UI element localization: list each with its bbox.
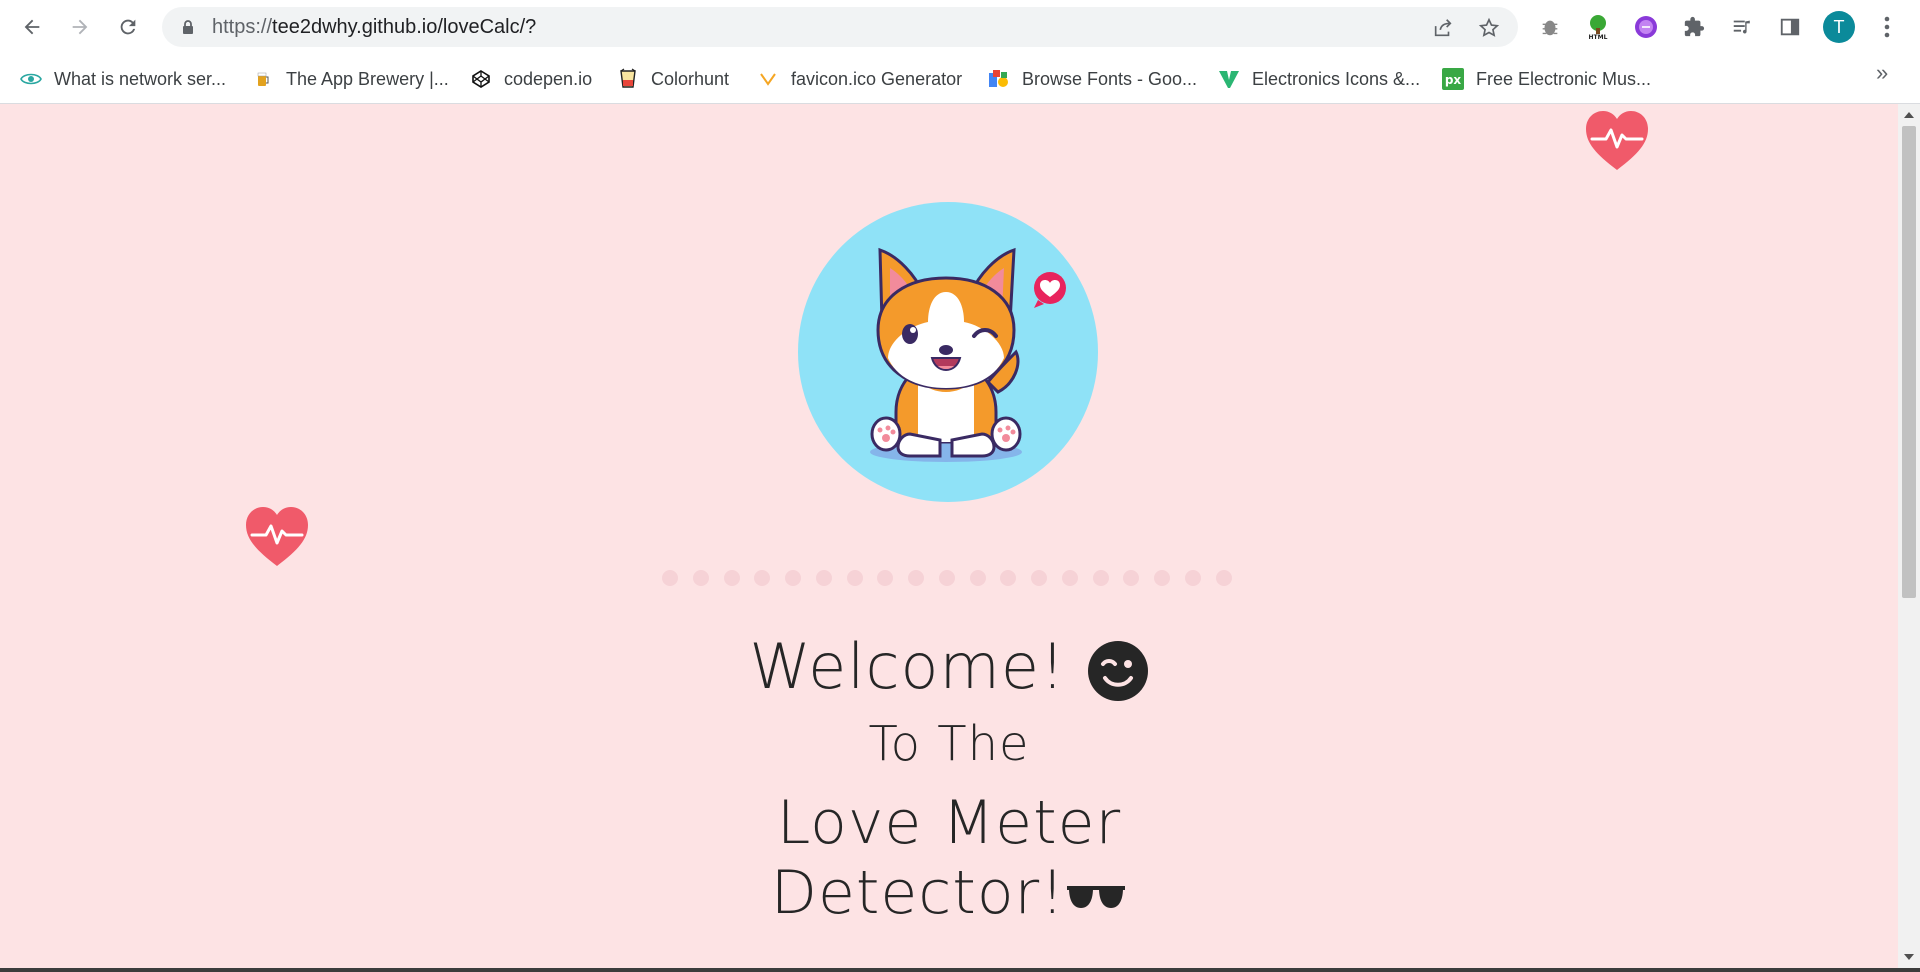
detector-heading: Detector!	[0, 858, 1898, 928]
heartbeat-heart-icon	[1586, 111, 1648, 170]
google-fonts-icon	[988, 68, 1010, 90]
page-scrollbar[interactable]	[1898, 104, 1920, 968]
bookmark-star-button[interactable]	[1476, 15, 1502, 41]
vecteezy-icon	[1218, 68, 1240, 90]
dot	[1093, 570, 1109, 586]
svg-text:HTML: HTML	[1589, 34, 1608, 40]
dot	[816, 570, 832, 586]
star-icon	[1478, 17, 1500, 37]
favicon-icon	[757, 68, 779, 90]
corgi-avatar	[798, 202, 1098, 502]
dot	[693, 570, 709, 586]
dot	[1185, 570, 1201, 586]
page-content: Welcome! To The Love Meter Detector!	[0, 104, 1898, 968]
welcome-heading: Welcome!	[0, 630, 1898, 703]
extension-purple[interactable]	[1631, 12, 1661, 42]
scroll-down-arrow-icon[interactable]	[1904, 954, 1914, 960]
window-bottom-edge	[0, 968, 1920, 972]
bookmark-item-6[interactable]: Electronics Icons &...	[1218, 65, 1420, 93]
svg-text:px: px	[1445, 73, 1462, 87]
extension-html-tree[interactable]: HTML	[1583, 12, 1613, 42]
back-arrow-icon	[24, 19, 40, 35]
dot	[1031, 570, 1047, 586]
bookmark-item-0[interactable]: What is network ser...	[20, 65, 226, 93]
bookmarks-overflow-button[interactable]: »	[1876, 60, 1888, 86]
bookmarks-bar: What is network ser... The App Brewery |…	[0, 54, 1920, 104]
forward-arrow-icon	[72, 19, 88, 35]
url-text: https://tee2dwhy.github.io/loveCalc/?	[212, 16, 537, 38]
reload-icon	[120, 19, 136, 35]
dot	[1000, 570, 1016, 586]
bookmark-item-3[interactable]: Colorhunt	[617, 65, 729, 93]
back-button[interactable]	[16, 11, 48, 43]
dot	[877, 570, 893, 586]
address-bar[interactable]: https://tee2dwhy.github.io/loveCalc/?	[162, 7, 1518, 47]
extension-bug[interactable]	[1535, 12, 1565, 42]
purple-face-icon	[1635, 16, 1657, 38]
colorhunt-icon	[617, 68, 639, 90]
sunglasses-icon	[1067, 885, 1126, 908]
bookmark-item-2[interactable]: codepen.io	[470, 65, 592, 93]
bookmark-item-1[interactable]: The App Brewery |...	[252, 65, 449, 93]
dot	[724, 570, 740, 586]
side-panel-icon	[1780, 18, 1800, 36]
browser-toolbar: https://tee2dwhy.github.io/loveCalc/? HT…	[0, 0, 1920, 54]
share-button[interactable]	[1430, 15, 1456, 41]
codepen-icon	[470, 68, 492, 90]
puzzle-icon	[1684, 16, 1705, 37]
html-tree-icon: HTML	[1587, 15, 1609, 40]
dot	[785, 570, 801, 586]
reload-button[interactable]	[112, 11, 144, 43]
side-panel-button[interactable]	[1775, 12, 1805, 42]
kebab-menu-icon	[1884, 16, 1890, 38]
media-button[interactable]	[1727, 12, 1757, 42]
bookmark-item-5[interactable]: Browse Fonts - Goo...	[988, 65, 1197, 93]
dot	[1216, 570, 1232, 586]
scroll-up-arrow-icon[interactable]	[1904, 112, 1914, 118]
scroll-thumb[interactable]	[1902, 126, 1916, 598]
beer-icon	[252, 68, 274, 90]
media-queue-icon	[1733, 20, 1750, 34]
browser-menu-button[interactable]	[1872, 12, 1902, 42]
bookmark-item-7[interactable]: px Free Electronic Mus...	[1442, 65, 1651, 93]
bookmark-item-4[interactable]: favicon.ico Generator	[757, 65, 962, 93]
forward-button[interactable]	[64, 11, 96, 43]
lock-icon	[183, 20, 193, 34]
winking-face-icon	[1087, 641, 1148, 701]
dot	[939, 570, 955, 586]
corgi-icon	[870, 247, 1066, 462]
decorative-dots	[660, 570, 1240, 588]
share-icon	[1434, 19, 1452, 37]
px-icon: px	[1442, 68, 1464, 90]
extensions-button[interactable]	[1679, 12, 1709, 42]
dot	[847, 570, 863, 586]
heartbeat-heart-icon	[246, 507, 308, 566]
to-the-heading: To The	[868, 716, 1030, 772]
dot	[1062, 570, 1078, 586]
eye-icon	[20, 68, 42, 90]
dot	[908, 570, 924, 586]
profile-avatar[interactable]: T	[1823, 11, 1855, 43]
dot	[662, 570, 678, 586]
love-meter-heading: Love Meter	[776, 788, 1122, 858]
dot	[1154, 570, 1170, 586]
dot	[970, 570, 986, 586]
dot	[1123, 570, 1139, 586]
dot	[754, 570, 770, 586]
bug-icon	[1542, 20, 1558, 36]
